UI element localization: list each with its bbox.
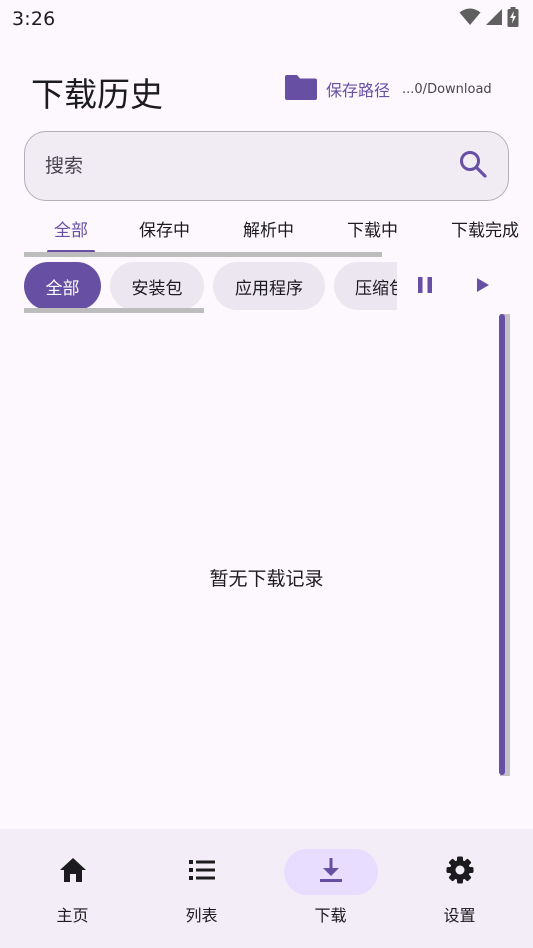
nav-label: 设置 [443, 906, 476, 925]
search-icon[interactable] [458, 149, 488, 183]
home-icon [59, 857, 87, 887]
search-input[interactable] [45, 155, 425, 177]
page-title: 下载历史 [31, 75, 163, 114]
chip-label: 安装包 [131, 278, 183, 299]
chip-label: 应用程序 [235, 278, 303, 299]
chip-all[interactable]: 全部 [24, 262, 101, 310]
nav-home[interactable]: 主页 [6, 829, 139, 948]
tabs-scrollbar[interactable] [24, 252, 382, 257]
nav-download[interactable]: 下载 [264, 829, 397, 948]
chip-package[interactable]: 安装包 [110, 262, 204, 310]
chip-application[interactable]: 应用程序 [213, 262, 325, 310]
tab-all[interactable]: 全部 [54, 216, 88, 241]
signal-icon [485, 8, 503, 30]
status-time: 3:26 [12, 8, 56, 30]
list-scrollbar-thumb[interactable] [499, 314, 505, 775]
nav-settings[interactable]: 设置 [393, 829, 526, 948]
chip-archive[interactable]: 压缩包 [334, 262, 397, 310]
nav-label: 列表 [185, 906, 218, 925]
nav-label: 主页 [56, 906, 89, 925]
empty-state-text: 暂无下载记录 [209, 568, 324, 590]
tab-saving[interactable]: 保存中 [139, 216, 190, 241]
folder-icon [284, 73, 318, 105]
status-icons [459, 7, 519, 31]
save-path-button[interactable]: 保存路径 ...0/Download [284, 74, 492, 104]
search-bar[interactable] [24, 131, 509, 201]
chip-label: 压缩包 [355, 278, 397, 299]
chip-label: 全部 [45, 278, 80, 299]
nav-pill [413, 849, 507, 895]
battery-charging-icon [507, 7, 519, 31]
pause-icon [417, 276, 433, 298]
settings-icon [446, 856, 474, 888]
tab-parsing[interactable]: 解析中 [243, 216, 294, 241]
save-path-label: 保存路径 [326, 81, 391, 100]
nav-pill [26, 849, 120, 895]
chips-scrollbar[interactable] [24, 308, 204, 313]
pause-all-button[interactable] [408, 270, 442, 304]
nav-label: 下载 [314, 906, 347, 925]
tab-downloading[interactable]: 下载中 [347, 216, 398, 241]
nav-pill-active [283, 849, 378, 895]
status-tabs: 全部 保存中 解析中 下载中 下载完成 [0, 206, 533, 258]
resume-all-button[interactable] [466, 270, 500, 304]
bottom-nav: 主页 列表 下载 设置 [0, 829, 533, 948]
nav-list[interactable]: 列表 [135, 829, 268, 948]
download-icon [319, 857, 343, 887]
list-icon [188, 859, 215, 885]
save-path-value: ...0/Download [402, 81, 492, 97]
status-bar: 3:26 [0, 0, 533, 38]
file-type-chips: 全部 安装包 应用程序 压缩包 [0, 262, 397, 310]
nav-pill [155, 849, 249, 895]
play-icon [476, 277, 490, 297]
tab-completed[interactable]: 下载完成 [451, 216, 519, 241]
wifi-icon [459, 8, 481, 30]
